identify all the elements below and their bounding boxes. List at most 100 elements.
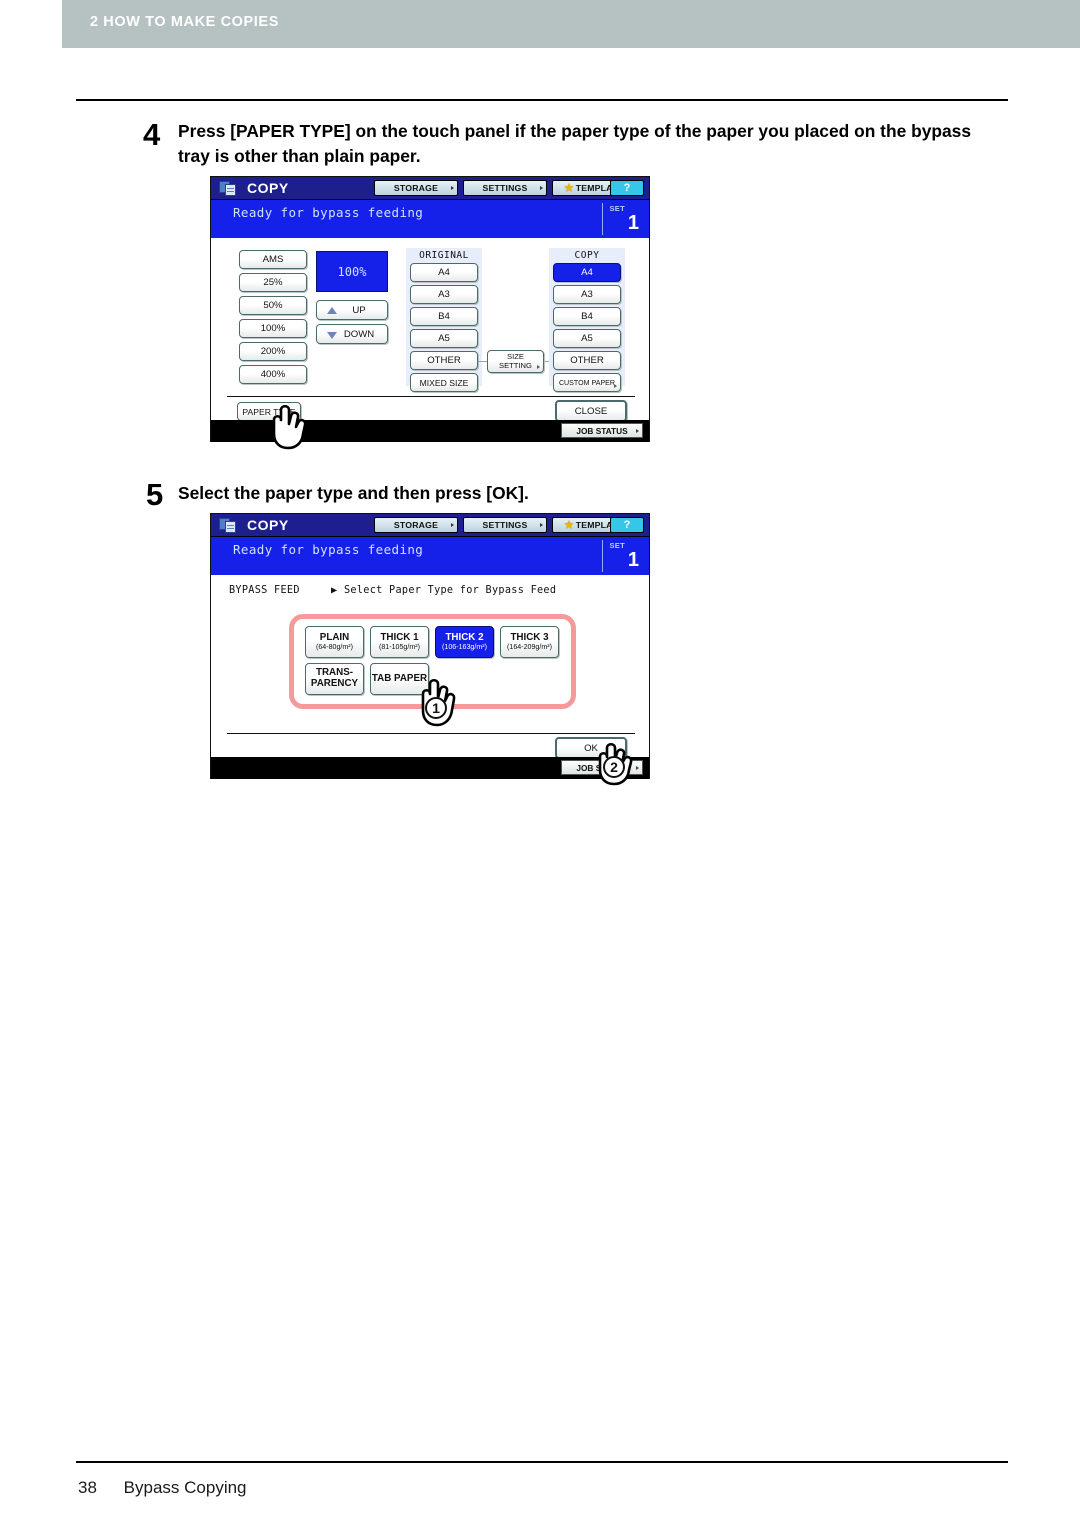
storage-label: STORAGE bbox=[393, 520, 439, 530]
panel-body-paper-type: BYPASS FEED ▶ Select Paper Type for Bypa… bbox=[211, 575, 649, 759]
callout-badge-2: 2 bbox=[603, 756, 625, 778]
set-divider bbox=[602, 540, 603, 572]
footer-divider bbox=[76, 1461, 1008, 1463]
triangle-down-icon bbox=[327, 332, 337, 339]
chevron-right-icon bbox=[451, 186, 454, 190]
copy-size-other[interactable]: OTHER bbox=[553, 351, 621, 370]
copy-size-a3[interactable]: A3 bbox=[553, 285, 621, 304]
footer: 38 Bypass Copying bbox=[78, 1478, 247, 1498]
paper-type-plain-name: PLAIN bbox=[319, 631, 350, 643]
job-status-label: JOB STATUS bbox=[576, 425, 628, 436]
copy-heading: COPY bbox=[574, 250, 600, 261]
chapter-header-label: 2 HOW TO MAKE COPIES bbox=[90, 14, 279, 30]
storage-button[interactable]: STORAGE bbox=[374, 180, 458, 196]
ratio-button-100[interactable]: 100% bbox=[239, 319, 307, 338]
storage-label: STORAGE bbox=[393, 183, 439, 193]
original-size-a4[interactable]: A4 bbox=[410, 263, 478, 282]
callout-badge-1: 1 bbox=[425, 697, 447, 719]
status-message: Ready for bypass feeding bbox=[233, 205, 424, 220]
set-count: 1 bbox=[627, 549, 639, 571]
star-icon: ★ bbox=[564, 182, 574, 194]
set-count: 1 bbox=[627, 212, 639, 234]
ratio-button-ams[interactable]: AMS bbox=[239, 250, 307, 269]
size-setting-button[interactable]: SIZE SETTING bbox=[487, 350, 544, 373]
paper-type-thick3[interactable]: THICK 3 (164-209g/m²) bbox=[500, 626, 559, 658]
ratio-button-25[interactable]: 25% bbox=[239, 273, 307, 292]
help-button[interactable]: ? bbox=[610, 180, 644, 196]
set-divider bbox=[602, 203, 603, 235]
settings-label: SETTINGS bbox=[482, 183, 528, 193]
paper-type-thick2-weight: (106-163g/m²) bbox=[442, 642, 487, 651]
chevron-right-icon bbox=[540, 186, 543, 190]
original-size-b4[interactable]: B4 bbox=[410, 307, 478, 326]
paper-type-thick1-name: THICK 1 bbox=[380, 631, 419, 643]
ratio-button-50[interactable]: 50% bbox=[239, 296, 307, 315]
paper-type-transparency-name: TRANS- PARENCY bbox=[310, 667, 359, 689]
original-size-other[interactable]: OTHER bbox=[410, 351, 478, 370]
set-label: SET bbox=[609, 204, 625, 213]
copy-size-custom-paper[interactable]: CUSTOM PAPER bbox=[553, 373, 621, 392]
ratio-button-200[interactable]: 200% bbox=[239, 342, 307, 361]
set-label: SET bbox=[609, 541, 625, 550]
panel-title-bar: COPY STORAGE SETTINGS ★ TEMPLATE ? bbox=[211, 514, 649, 537]
chevron-right-icon bbox=[537, 365, 540, 369]
paper-type-thick1[interactable]: THICK 1 (81-105g/m²) bbox=[370, 626, 429, 658]
chevron-right-icon bbox=[451, 523, 454, 527]
storage-button[interactable]: STORAGE bbox=[374, 517, 458, 533]
paper-type-plain-weight: (64-80g/m²) bbox=[315, 642, 354, 651]
panel-status-bar: Ready for bypass feeding SET 1 bbox=[211, 537, 649, 575]
footer-section-title: Bypass Copying bbox=[123, 1478, 247, 1497]
step-number-5: 5 bbox=[146, 477, 164, 512]
copy-size-a4[interactable]: A4 bbox=[553, 263, 621, 282]
size-setting-label: SIZE SETTING bbox=[499, 351, 532, 370]
zoom-down-button[interactable]: DOWN bbox=[316, 324, 388, 344]
ratio-button-400[interactable]: 400% bbox=[239, 365, 307, 384]
panel-title: COPY bbox=[247, 180, 289, 196]
chevron-right-icon bbox=[614, 384, 617, 388]
status-message: Ready for bypass feeding bbox=[233, 542, 424, 557]
settings-button[interactable]: SETTINGS bbox=[463, 517, 547, 533]
settings-label: SETTINGS bbox=[482, 520, 528, 530]
zoom-up-label: UP bbox=[352, 304, 366, 316]
chevron-right-icon bbox=[636, 429, 639, 433]
zoom-up-button[interactable]: UP bbox=[316, 300, 388, 320]
chevron-right-icon bbox=[540, 523, 543, 527]
copy-size-b4[interactable]: B4 bbox=[553, 307, 621, 326]
original-size-a3[interactable]: A3 bbox=[410, 285, 478, 304]
chapter-header-bar: 2 HOW TO MAKE COPIES bbox=[62, 0, 1080, 48]
settings-button[interactable]: SETTINGS bbox=[463, 180, 547, 196]
paper-type-thick3-weight: (164-209g/m²) bbox=[507, 642, 552, 651]
panel-status-bar: Ready for bypass feeding SET 1 bbox=[211, 200, 649, 238]
paper-type-thick2[interactable]: THICK 2 (106-163g/m²) bbox=[435, 626, 494, 658]
paper-type-thick3-name: THICK 3 bbox=[510, 631, 549, 643]
paper-type-thick1-weight: (81-105g/m²) bbox=[378, 642, 420, 651]
paper-type-plain[interactable]: PLAIN (64-80g/m²) bbox=[305, 626, 364, 658]
step-text-4: Press [PAPER TYPE] on the touch panel if… bbox=[178, 121, 972, 166]
close-button[interactable]: CLOSE bbox=[555, 400, 627, 422]
original-size-a5[interactable]: A5 bbox=[410, 329, 478, 348]
breadcrumb-current: Select Paper Type for Bypass Feed bbox=[344, 585, 557, 596]
panel-divider bbox=[227, 396, 635, 397]
panel-bottom-bar: JOB STATUS bbox=[211, 757, 649, 779]
zoom-down-label: DOWN bbox=[343, 328, 375, 340]
help-button[interactable]: ? bbox=[610, 517, 644, 533]
copy-pages-icon bbox=[219, 518, 238, 533]
original-size-mixed[interactable]: MIXED SIZE bbox=[410, 373, 478, 392]
zoom-ratio-display: 100% bbox=[316, 251, 388, 292]
triangle-up-icon bbox=[327, 307, 337, 314]
touch-panel-screen-paper-type: COPY STORAGE SETTINGS ★ TEMPLATE ? Ready… bbox=[210, 513, 650, 779]
paper-type-thick2-name: THICK 2 bbox=[445, 631, 484, 643]
hand-cursor-paper-type bbox=[268, 398, 314, 450]
step-number-4: 4 bbox=[143, 117, 161, 152]
step-text-5: Select the paper type and then press [OK… bbox=[178, 483, 529, 503]
original-heading: ORIGINAL bbox=[419, 250, 469, 261]
paper-type-transparency[interactable]: TRANS- PARENCY bbox=[305, 663, 364, 695]
copy-pages-icon bbox=[219, 181, 238, 196]
job-status-button[interactable]: JOB STATUS bbox=[561, 423, 643, 438]
star-icon: ★ bbox=[564, 519, 574, 531]
breadcrumb-root: BYPASS FEED bbox=[229, 585, 300, 596]
copy-size-a5[interactable]: A5 bbox=[553, 329, 621, 348]
panel-body-zoom: AMS 25% 50% 100% 200% 400% 100% UP DOWN … bbox=[211, 238, 649, 422]
header-divider bbox=[76, 99, 1008, 101]
breadcrumb-arrow-icon: ▶ bbox=[331, 585, 338, 596]
